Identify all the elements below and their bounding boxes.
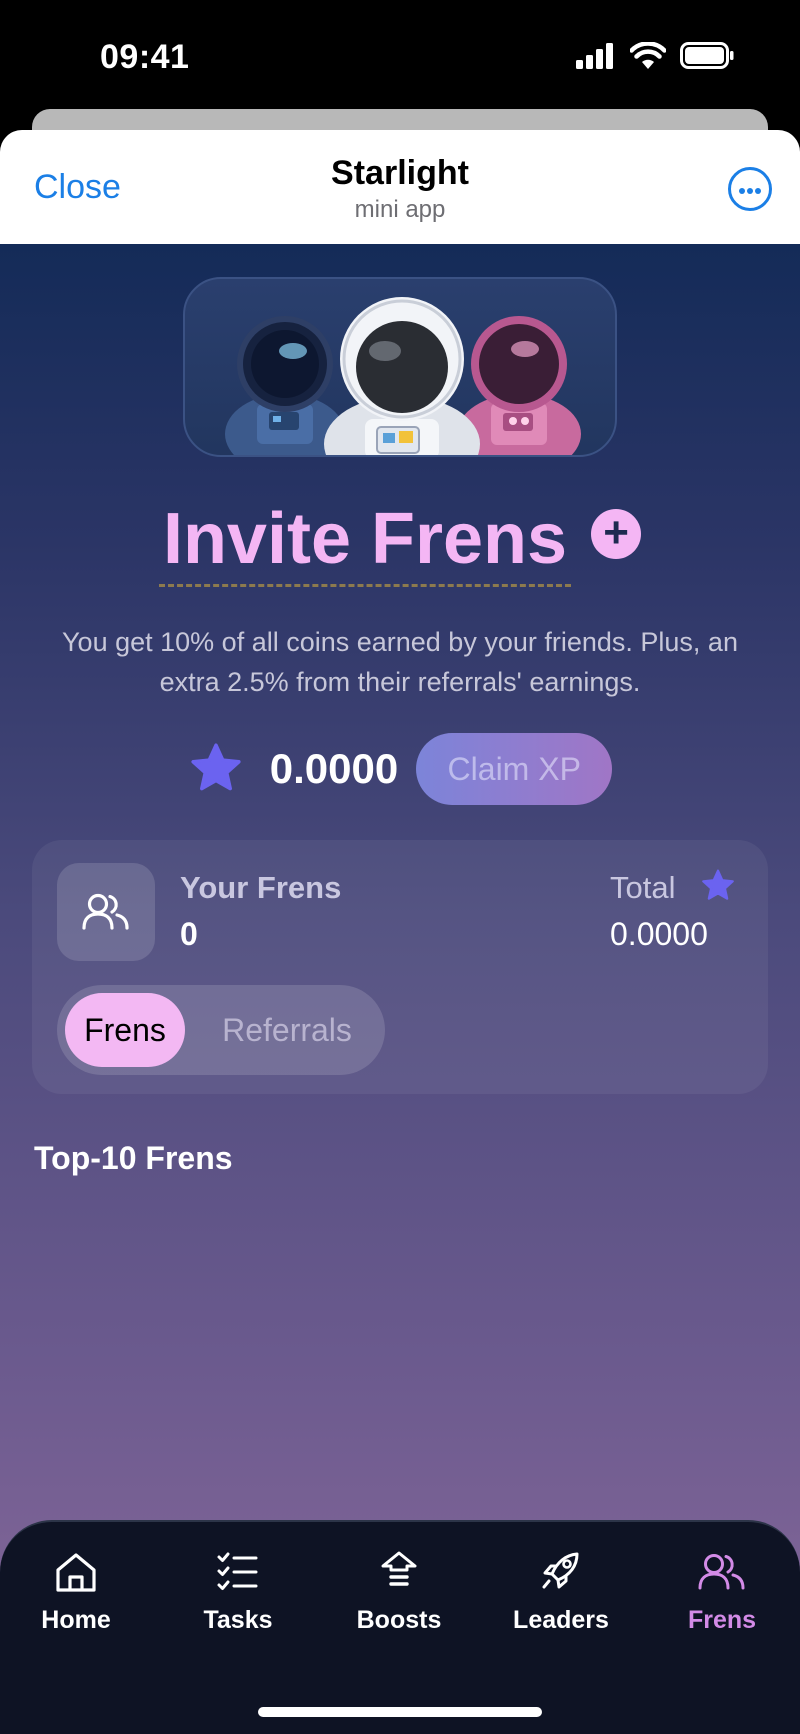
nav-item-home[interactable]: Home xyxy=(0,1550,156,1635)
wifi-icon xyxy=(630,42,666,69)
main-content: Invite Frens + You get 10% of all coins e… xyxy=(0,244,800,1734)
total-value: 0.0000 xyxy=(610,916,708,952)
invite-plus-icon[interactable]: + xyxy=(591,509,642,560)
nav-label-home: Home xyxy=(41,1606,111,1634)
app-title: Starlight xyxy=(331,154,469,192)
invite-description: You get 10% of all coins earned by your … xyxy=(62,627,738,697)
signal-icon xyxy=(576,42,613,69)
xp-row: 0.0000 Claim XP xyxy=(0,733,800,805)
invite-heading: Invite Frens + xyxy=(0,501,800,587)
app-header: Close Starlight mini app xyxy=(0,130,800,244)
nav-item-leaders[interactable]: Leaders xyxy=(481,1550,641,1635)
status-icons xyxy=(576,42,734,69)
boosts-icon xyxy=(381,1551,417,1586)
frens-card: Your Frens 0 Total 0.0000 Frens Referral… xyxy=(32,840,768,1094)
bottom-nav: Home Tasks Boosts Leaders Frens xyxy=(0,1520,800,1734)
frens-tabs: Frens Referrals xyxy=(57,985,385,1075)
star-icon xyxy=(702,869,734,900)
rocket-icon xyxy=(542,1552,579,1589)
status-time: 09:41 xyxy=(100,38,190,76)
nav-label-boosts: Boosts xyxy=(356,1606,442,1634)
users-icon xyxy=(698,1554,745,1590)
battery-icon xyxy=(680,42,734,69)
home-icon xyxy=(56,1553,96,1592)
star-icon xyxy=(191,743,241,791)
nav-item-boosts[interactable]: Boosts xyxy=(319,1550,479,1635)
claim-xp-button[interactable]: Claim XP xyxy=(416,733,613,805)
more-icon[interactable] xyxy=(728,167,772,211)
tasks-icon xyxy=(217,1552,258,1590)
hero-image xyxy=(183,277,617,457)
astronauts-illustration xyxy=(225,297,581,455)
nav-item-tasks[interactable]: Tasks xyxy=(158,1550,318,1635)
users-icon xyxy=(82,893,129,930)
nav-label-tasks: Tasks xyxy=(203,1606,273,1634)
top-10-title: Top-10 Frens xyxy=(34,1140,233,1176)
home-indicator[interactable] xyxy=(258,1707,542,1717)
nav-label-leaders: Leaders xyxy=(513,1606,609,1634)
xp-amount: 0.0000 xyxy=(269,745,399,792)
app-subtitle: mini app xyxy=(354,196,446,223)
invite-title: Invite Frens xyxy=(158,501,572,587)
frens-icon-box xyxy=(57,863,155,961)
your-frens-label: Your Frens xyxy=(180,870,342,905)
total-label: Total xyxy=(610,870,676,905)
your-frens-count: 0 xyxy=(180,916,198,952)
nav-item-frens[interactable]: Frens xyxy=(642,1550,800,1635)
nav-label-frens: Frens xyxy=(687,1606,757,1634)
tab-referrals[interactable]: Referrals xyxy=(207,993,367,1067)
tab-frens[interactable]: Frens xyxy=(65,993,185,1067)
